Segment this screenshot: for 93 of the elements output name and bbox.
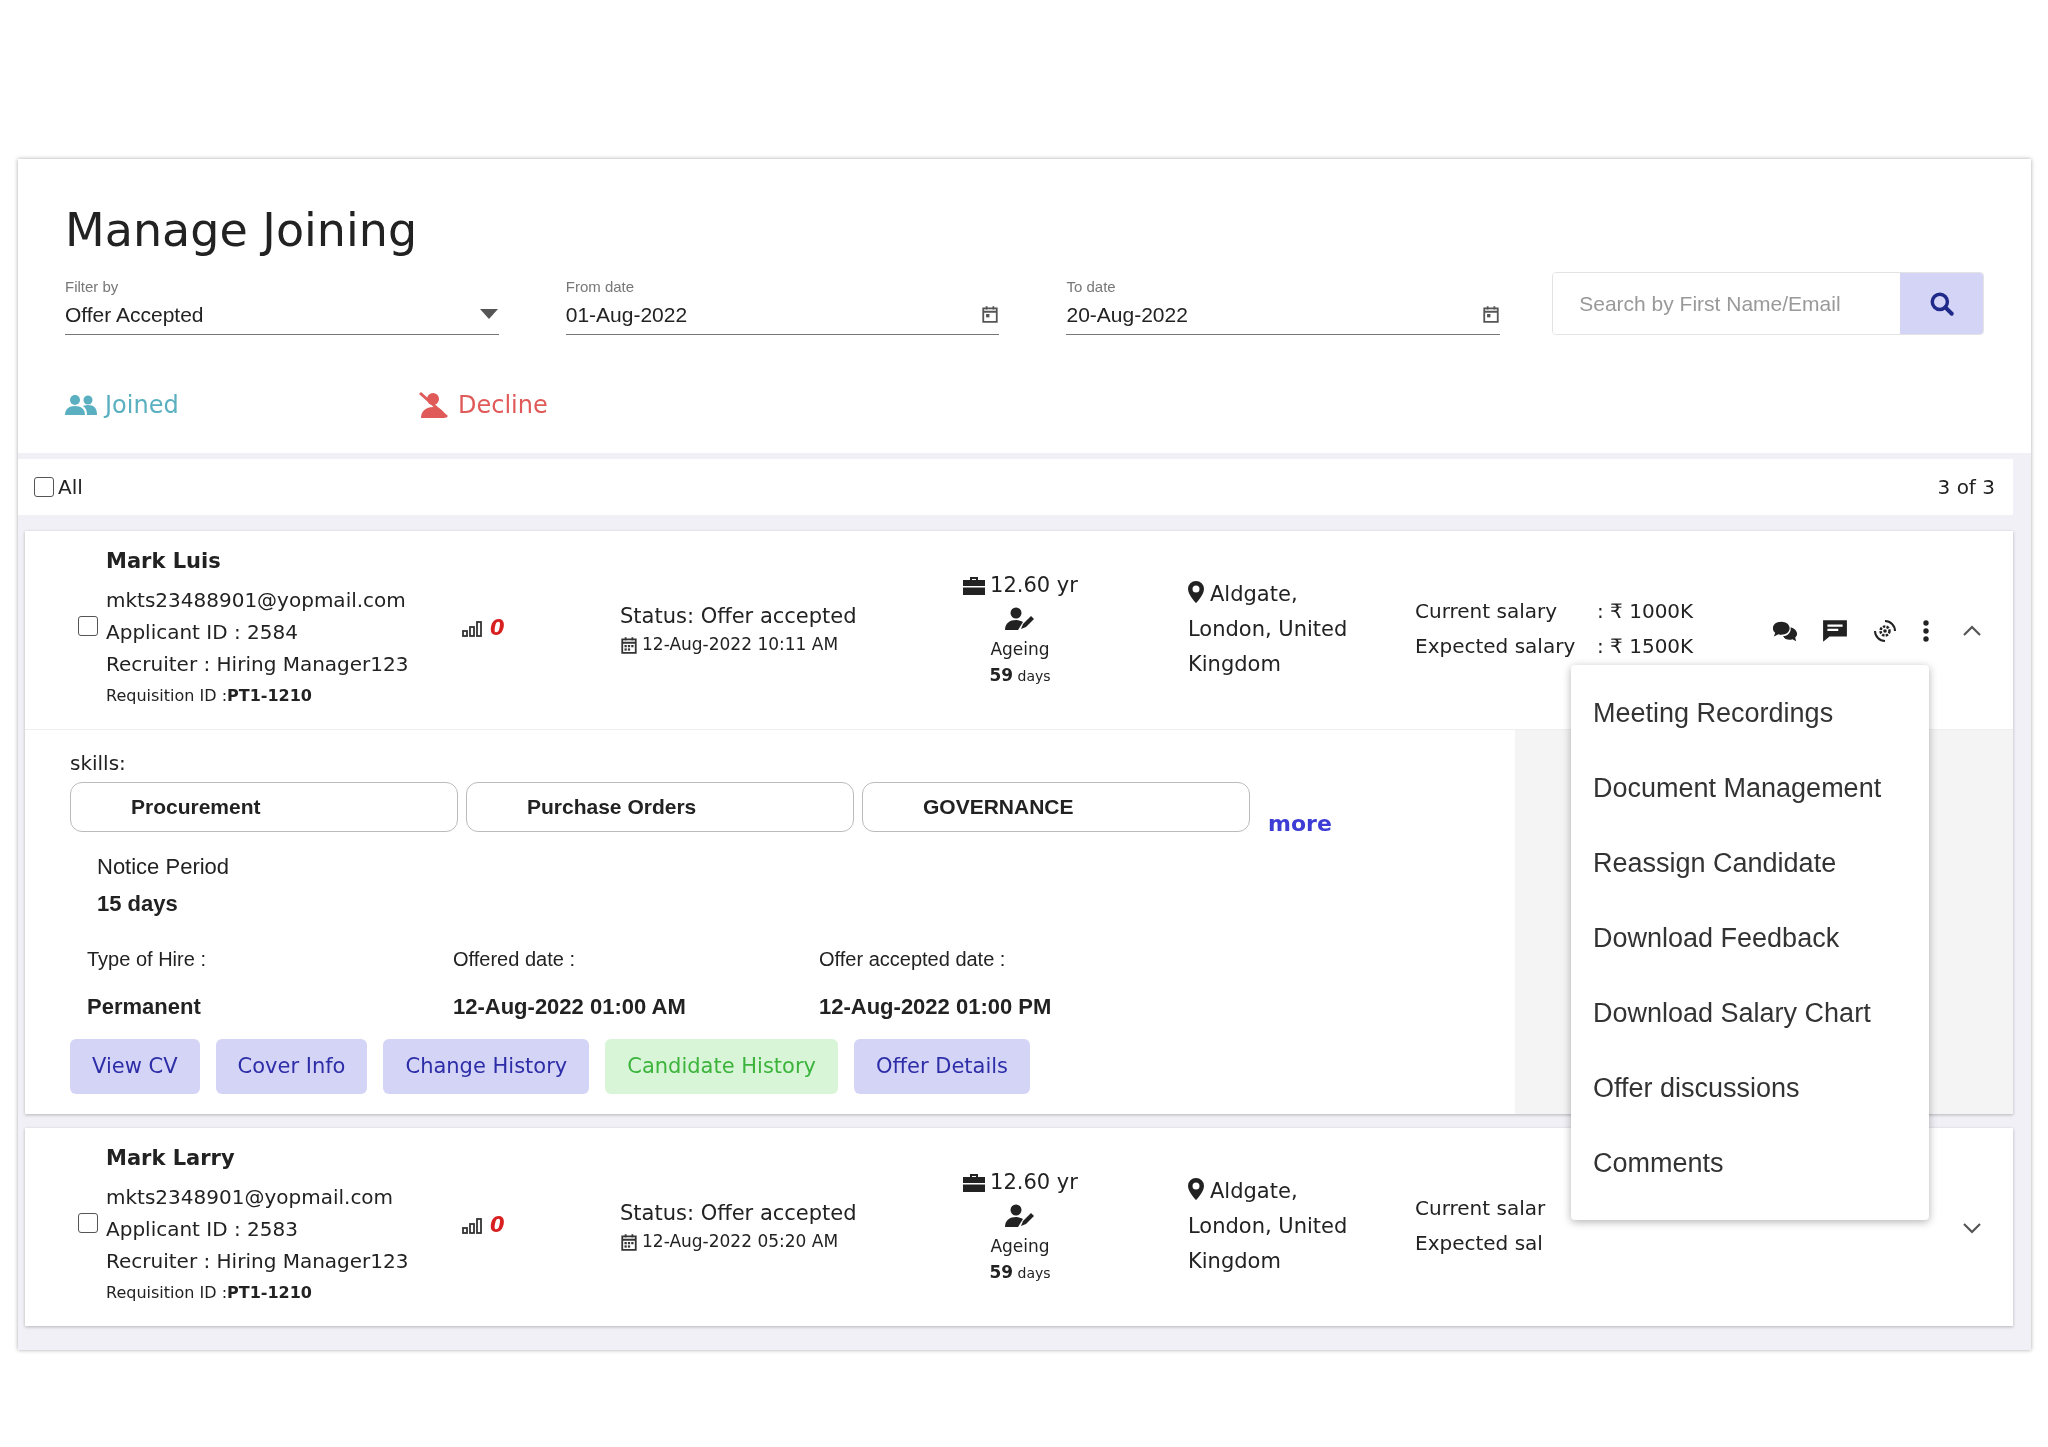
skill-chip: Purchase Orders bbox=[466, 782, 854, 833]
checkbox-label: All bbox=[58, 474, 83, 502]
bar-chart-icon bbox=[462, 621, 482, 638]
search-button[interactable] bbox=[1900, 273, 1983, 335]
action-button[interactable]: Cover Info bbox=[215, 1039, 368, 1095]
salary-value: : ₹ 1500K bbox=[1597, 634, 1694, 659]
menu-item[interactable]: Download Salary Chart bbox=[1571, 981, 1929, 1047]
briefcase-icon bbox=[962, 575, 987, 596]
more-link[interactable]: more bbox=[1268, 807, 1332, 841]
location-text: Aldgate, London, United Kingdom bbox=[1188, 579, 1349, 678]
recruiter-text: Recruiter : Hiring Manager123 bbox=[106, 650, 410, 678]
action-button[interactable]: Change History bbox=[383, 1039, 590, 1095]
ageing-label: Ageing bbox=[990, 638, 1050, 662]
status-date: 12-Aug-2022 10:11 AM bbox=[642, 633, 839, 657]
salary-label: Current salar bbox=[1415, 1195, 1547, 1223]
score-value: 0 bbox=[490, 615, 505, 643]
chevron-down-icon[interactable] bbox=[1962, 1221, 1982, 1234]
page-title: Manage Joining bbox=[64, 202, 419, 259]
candidate-email: mkts23488901@yopmail.com bbox=[106, 586, 407, 614]
checkbox[interactable] bbox=[78, 616, 98, 637]
user-edit-icon bbox=[1005, 1204, 1035, 1229]
menu-item[interactable]: Meeting Recordings bbox=[1571, 681, 1929, 747]
salary-value: : ₹ 1000K bbox=[1597, 599, 1694, 624]
user-edit-icon bbox=[1005, 607, 1035, 632]
fact-value: 12-Aug-2022 01:00 AM bbox=[453, 993, 687, 1022]
map-pin-icon bbox=[1188, 580, 1204, 603]
recruiter-text: Recruiter : Hiring Manager123 bbox=[106, 1247, 410, 1275]
menu-item[interactable]: Download Feedback bbox=[1571, 906, 1929, 972]
field-value: 01-Aug-2022 bbox=[565, 301, 688, 328]
bar-chart-icon bbox=[462, 1218, 482, 1235]
location-text: Aldgate, London, United Kingdom bbox=[1188, 1176, 1349, 1275]
calendar-icon bbox=[620, 1232, 638, 1251]
field-label: Filter by bbox=[65, 277, 120, 298]
menu-item[interactable]: Offer discussions bbox=[1571, 1056, 1929, 1122]
date-field[interactable]: To date 20-Aug-2022 bbox=[1066, 276, 1501, 336]
fact-label: Type of Hire : bbox=[87, 947, 207, 973]
fact-value: 12-Aug-2022 01:00 PM bbox=[819, 993, 1053, 1022]
field-value: Offer Accepted bbox=[65, 301, 204, 328]
map-pin-icon bbox=[1188, 1177, 1204, 1200]
action-button[interactable]: Offer Details bbox=[854, 1039, 1031, 1095]
fact-label: Offer accepted date : bbox=[819, 947, 1007, 973]
decline-button[interactable]: Decline bbox=[418, 387, 771, 424]
salary-label: Expected salary bbox=[1415, 633, 1577, 661]
gear-cycle-icon[interactable] bbox=[1872, 618, 1898, 643]
applicant-id: Applicant ID : 2584 bbox=[106, 618, 299, 646]
menu-item[interactable]: Reassign Candidate bbox=[1571, 831, 1929, 897]
ageing-days: 59 days bbox=[989, 1259, 1051, 1286]
status-text: Status: Offer accepted bbox=[620, 1199, 858, 1227]
user-slash-icon bbox=[418, 391, 450, 420]
salary-label: Expected sal bbox=[1415, 1230, 1544, 1258]
date-field[interactable]: From date 01-Aug-2022 bbox=[565, 276, 1000, 336]
checkbox[interactable] bbox=[78, 1213, 98, 1234]
applicant-id: Applicant ID : 2583 bbox=[106, 1215, 299, 1243]
menu-item[interactable]: Comments bbox=[1571, 1131, 1929, 1197]
field-label: From date bbox=[565, 277, 636, 298]
comment-icon[interactable] bbox=[1822, 618, 1848, 643]
candidate-name: Mark Luis bbox=[106, 548, 222, 576]
candidate-email: mkts2348901@yopmail.com bbox=[106, 1183, 395, 1211]
checkbox[interactable] bbox=[34, 477, 54, 498]
experience-years: 12.60 yr bbox=[990, 1168, 1078, 1196]
fact-value: Permanent bbox=[87, 993, 202, 1022]
caret-down-icon bbox=[478, 308, 499, 321]
search-icon bbox=[1928, 290, 1955, 317]
notice-period-value: 15 days bbox=[97, 890, 179, 919]
skills-label: skills: bbox=[70, 750, 127, 778]
menu-item[interactable]: Document Management bbox=[1571, 756, 1929, 822]
status-text: Status: Offer accepted bbox=[620, 602, 858, 630]
ageing-days: 59 days bbox=[989, 662, 1051, 689]
candidate-name: Mark Larry bbox=[106, 1145, 236, 1173]
people-icon bbox=[65, 394, 97, 417]
calendar-icon bbox=[620, 635, 638, 654]
briefcase-icon bbox=[962, 1172, 987, 1193]
fact-label: Offered date : bbox=[453, 947, 576, 973]
calendar-icon bbox=[981, 305, 1000, 324]
field-value: 20-Aug-2022 bbox=[1066, 301, 1188, 328]
filter-select[interactable]: Filter by Offer Accepted bbox=[65, 276, 499, 336]
experience-years: 12.60 yr bbox=[990, 571, 1078, 599]
ageing-label: Ageing bbox=[990, 1235, 1050, 1259]
kebab-menu-icon[interactable] bbox=[1922, 618, 1930, 643]
result-count: 3 of 3 bbox=[1937, 474, 1995, 502]
requisition-id: Requisition ID :PT1-1210 bbox=[106, 1281, 313, 1304]
chevron-up-icon[interactable] bbox=[1962, 624, 1982, 637]
action-button[interactable]: View CV bbox=[70, 1039, 200, 1095]
calendar-icon bbox=[1482, 305, 1501, 324]
field-label: To date bbox=[1066, 277, 1117, 298]
notice-period-label: Notice Period bbox=[97, 853, 231, 882]
skill-chip: Procurement bbox=[70, 782, 458, 833]
score-value: 0 bbox=[490, 1212, 505, 1240]
search-box[interactable]: Search by First Name/Email bbox=[1552, 272, 1984, 336]
requisition-id: Requisition ID :PT1-1210 bbox=[106, 684, 313, 707]
skill-chip: GOVERNANCE bbox=[862, 782, 1250, 833]
status-date: 12-Aug-2022 05:20 AM bbox=[642, 1230, 839, 1254]
salary-label: Current salary bbox=[1415, 598, 1559, 626]
